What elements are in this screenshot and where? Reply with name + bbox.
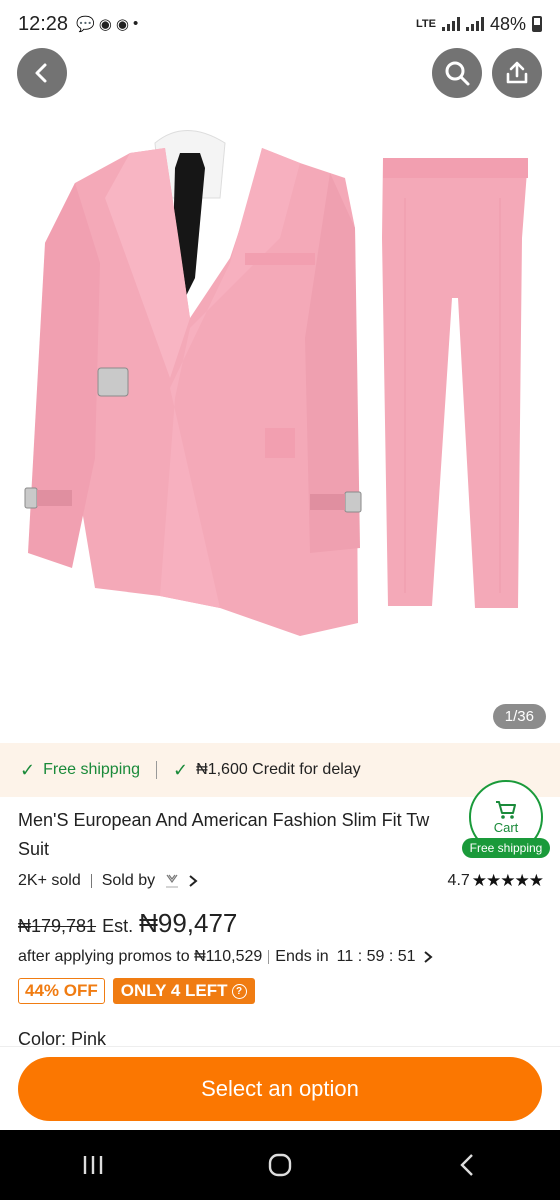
chevron-right-icon <box>423 951 433 963</box>
system-nav-bar <box>0 1130 560 1200</box>
cart-label: Cart <box>493 819 519 835</box>
check-icon: ✓ <box>173 759 189 780</box>
ends-in-label: Ends in <box>275 948 329 965</box>
price-row: ₦179,781 Est. ₦99,477 <box>18 908 237 939</box>
product-image-carousel[interactable]: 1/36 <box>0 48 560 743</box>
dot-icon: • <box>132 15 139 32</box>
signal-icon <box>465 17 484 31</box>
status-time: 12:28 <box>18 12 69 35</box>
notification-icons: 💬 ◉ ◉ • <box>76 15 138 33</box>
star-rating-icon: ★★★★★ <box>471 871 544 890</box>
cart-free-shipping-pill: Free shipping <box>462 838 550 858</box>
share-button[interactable] <box>492 48 542 98</box>
rating-value: 4.7 <box>447 872 470 889</box>
rating[interactable]: 4.7 ★★★★★ <box>447 871 544 891</box>
recent-apps-icon <box>84 1156 103 1174</box>
back-button[interactable] <box>17 48 67 98</box>
product-title-line1: Men'S European And American Fashion Slim… <box>18 810 430 830</box>
stock-badge[interactable]: ONLY 4 LEFT ? <box>112 978 255 1004</box>
badge-row: 44% OFF ONLY 4 LEFT ? <box>18 978 255 1004</box>
signal-icon <box>441 17 460 31</box>
cart-icon <box>496 800 516 819</box>
seller-logo-icon <box>163 872 181 890</box>
back-arrow-icon <box>459 1154 473 1176</box>
chevron-left-icon <box>35 63 47 83</box>
cart-button[interactable]: Cart Free shipping <box>462 780 550 860</box>
sold-count: 2K+ sold <box>18 872 81 889</box>
chevron-right-icon <box>189 875 198 887</box>
product-title-line2: Suit <box>18 839 50 859</box>
basketball-icon: ◉ <box>98 16 112 33</box>
network-type: LTE <box>416 18 436 30</box>
search-icon <box>445 61 470 86</box>
sold-by-link[interactable]: Sold by <box>102 872 199 890</box>
question-icon: ? <box>231 983 247 999</box>
free-shipping-item: ✓ Free shipping <box>20 760 140 781</box>
free-shipping-label: Free shipping <box>43 761 141 778</box>
discount-badge: 44% OFF <box>18 978 105 1004</box>
credit-for-delay-label: ₦1,600 Credit for delay <box>196 761 361 778</box>
footer: Select an option <box>0 1046 560 1130</box>
share-icon <box>506 61 528 84</box>
battery-percent: 48% <box>489 13 526 34</box>
chat-bubble-icon: 💬 <box>76 16 95 33</box>
image-counter: 1/36 <box>492 704 546 729</box>
sold-row: 2K+ sold Sold by 4.7 ★★★★★ <box>18 871 544 891</box>
countdown-timer: 11 : 59 : 51 <box>336 948 416 965</box>
credit-for-delay-item: ✓ ₦1,600 Credit for delay <box>173 760 361 781</box>
battery-icon <box>532 16 542 32</box>
check-icon: ✓ <box>20 759 36 780</box>
recent-apps-button[interactable] <box>63 1145 123 1185</box>
select-option-button[interactable]: Select an option <box>18 1057 542 1121</box>
promo-text: after applying promos to ₦110,529 <box>18 948 263 965</box>
home-icon <box>268 1153 292 1177</box>
estimate-label: Est. <box>102 916 134 936</box>
divider <box>90 874 92 888</box>
sold-by-label: Sold by <box>101 872 156 889</box>
promo-row[interactable]: after applying promos to ₦110,529 Ends i… <box>18 948 434 966</box>
status-bar: 12:28 💬 ◉ ◉ • LTE 48% <box>0 0 560 48</box>
product-title: Men'S European And American Fashion Slim… <box>18 806 473 864</box>
stock-badge-label: ONLY 4 LEFT <box>120 981 228 1000</box>
divider <box>156 761 158 779</box>
current-price: ₦99,477 <box>139 908 238 938</box>
product-image <box>24 130 528 636</box>
original-price: ₦179,781 <box>18 916 97 936</box>
search-button[interactable] <box>432 48 482 98</box>
back-nav-button[interactable] <box>437 1145 497 1185</box>
basketball-icon: ◉ <box>115 16 129 33</box>
divider <box>268 950 270 964</box>
home-button[interactable] <box>250 1145 310 1185</box>
